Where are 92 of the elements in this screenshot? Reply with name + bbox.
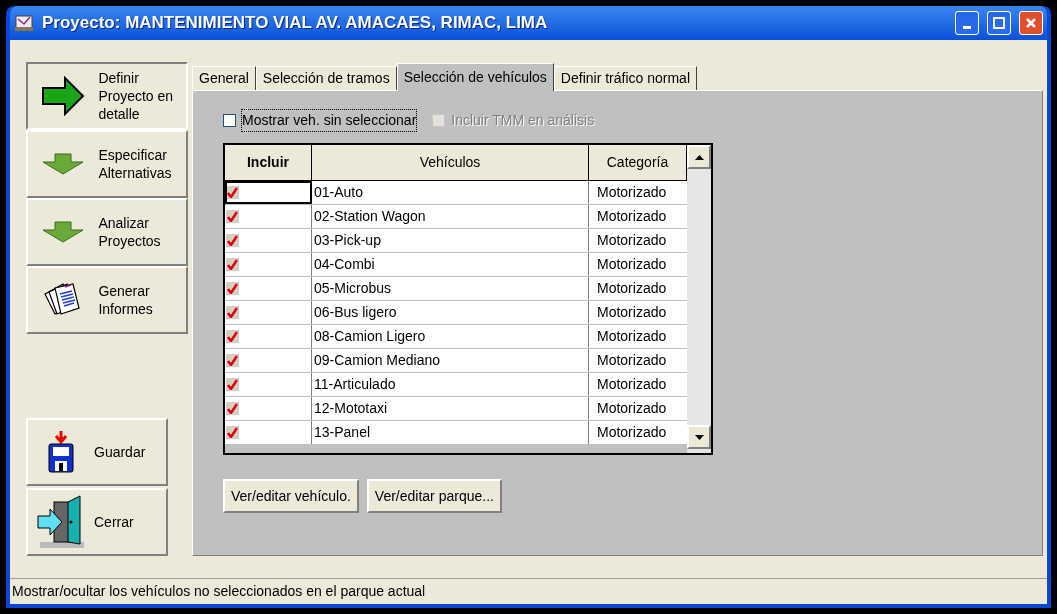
minimize-button[interactable] [955,11,979,35]
sidebar-action-button[interactable]: Guardar [26,418,168,486]
door-exit-icon [36,494,86,550]
include-checkbox[interactable] [226,258,239,271]
table-cell[interactable] [225,205,312,228]
arrow-down-icon [41,221,86,243]
maximize-icon [993,17,1005,29]
table-cell: 05-Microbus [312,277,589,300]
table-cell[interactable] [225,277,312,300]
checkmark-icon [227,187,238,198]
table-cell[interactable] [225,181,312,204]
table-cell: 13-Panel [312,421,589,444]
include-checkbox[interactable] [226,306,239,319]
tab[interactable]: Selección de vehículos [396,63,554,91]
sidebar-item[interactable]: Analizar Proyectos [26,198,188,266]
table-cell[interactable] [225,373,312,396]
include-checkbox[interactable] [226,282,239,295]
table-cell: 12-Mototaxi [312,397,589,420]
table-cell: 01-Auto [312,181,589,204]
table-cell-text: Motorizado [596,423,668,442]
checkmark-icon [227,427,238,438]
status-bar: Mostrar/ocultar los vehículos no seleccionados en el parque actual [10,578,1047,604]
table-cell-text: Motorizado [596,207,668,226]
maximize-button[interactable] [987,11,1011,35]
checkmark-icon [227,235,238,246]
tab[interactable]: General [192,66,256,90]
column-header: Categoría [589,145,687,181]
include-checkbox[interactable] [226,402,239,415]
checkmark-icon [227,211,238,222]
tab[interactable]: Selección de tramos [255,66,397,90]
include-checkbox[interactable] [226,330,239,343]
table-cell: 11-Articulado [312,373,589,396]
table-cell-text: Motorizado [596,231,668,250]
table-cell[interactable] [225,325,312,348]
arrow-right-icon [41,76,86,116]
checkmark-icon [227,259,238,270]
table-cell: 04-Combi [312,253,589,276]
up-arrow-icon [694,154,704,160]
include-checkbox[interactable] [226,354,239,367]
table-cell: 02-Station Wagon [312,205,589,228]
table-cell[interactable] [225,349,312,372]
table-cell: 06-Bus ligero [312,301,589,324]
close-button[interactable] [1019,11,1043,35]
table-cell-text: Motorizado [596,327,668,346]
column-header: Vehículos [312,145,589,181]
table-cell: 03-Pick-up [312,229,589,252]
tab[interactable]: Definir tráfico normal [553,66,697,90]
table-cell[interactable] [225,301,312,324]
close-icon [1025,17,1037,29]
scroll-down-button[interactable] [687,425,711,449]
action-button[interactable]: Ver/editar parque... [366,479,502,513]
table-cell[interactable] [225,229,312,252]
checkmark-icon [227,403,238,414]
include-checkbox[interactable] [226,210,239,223]
window-title: Proyecto: MANTENIMIENTO VIAL AV. AMACAES, RIMAC, LIMA [42,12,549,35]
table-cell-text: Motorizado [596,279,668,298]
table-cell-text: Motorizado [596,183,668,202]
table-cell: 08-Camion Ligero [312,325,589,348]
table-cell: 09-Camion Mediano [312,349,589,372]
checkmark-icon [227,331,238,342]
table-cell[interactable] [225,421,312,444]
table-cell-text: Motorizado [596,351,668,370]
include-checkbox[interactable] [226,426,239,439]
table-cell[interactable] [225,253,312,276]
table-cell-text: Motorizado [596,375,668,394]
checkbox-label: Mostrar veh. sin seleccionar [242,109,417,131]
checkmark-icon [227,379,238,390]
include-checkbox[interactable] [226,186,239,199]
scroll-up-button[interactable] [687,145,711,169]
minimize-icon [963,26,971,29]
sidebar-action-button[interactable]: Cerrar [26,488,168,556]
down-arrow-icon [694,434,704,440]
column-header: Incluir [225,145,312,181]
floppy-disk-icon [46,430,76,474]
table-cell[interactable] [225,397,312,420]
checkbox-label: Incluir TMM en análisis [451,110,595,130]
table-cell-text: Motorizado [596,255,668,274]
include-checkbox[interactable] [226,378,239,391]
sidebar-item[interactable]: Generar Informes [26,266,188,334]
checkbox[interactable] [223,113,236,127]
checkmark-icon [227,283,238,294]
checkmark-icon [227,307,238,318]
table-cell-text: Motorizado [596,303,668,322]
arrow-down-icon [41,153,86,175]
action-button[interactable]: Ver/editar vehículo. [223,479,359,513]
checkmark-icon [227,355,238,366]
sidebar-item[interactable]: Definir Proyecto en detalle [26,62,188,130]
scrollbar[interactable] [687,145,711,453]
sidebar-item[interactable]: Especificar Alternativas [26,130,188,198]
include-checkbox[interactable] [226,234,239,247]
table-cell-text: Motorizado [596,399,668,418]
document-icon [14,14,34,32]
